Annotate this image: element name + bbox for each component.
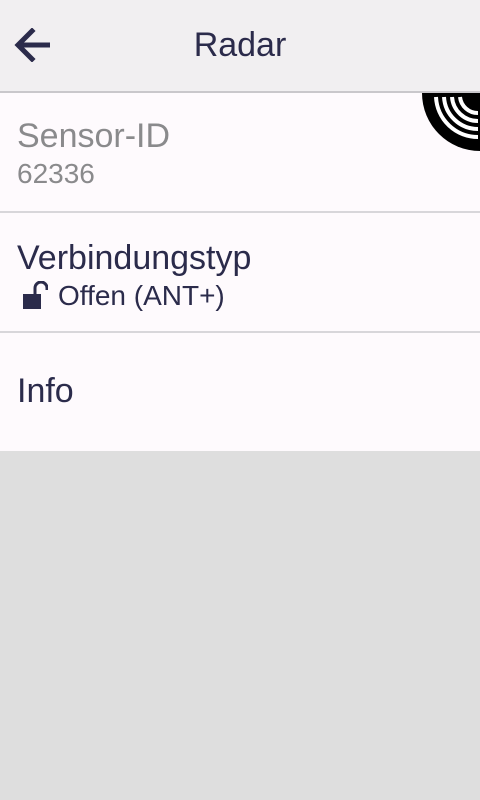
sensor-id-value: 62336 [17, 158, 95, 189]
sensor-id-label: Sensor-ID [17, 117, 171, 155]
connection-type-value: Offen (ANT+) [58, 280, 225, 311]
list-item-info[interactable]: Info [0, 333, 480, 451]
radar-signal-icon [422, 93, 480, 151]
settings-list: Sensor-ID 62336 Verbindungstyp Offen (AN… [0, 93, 480, 451]
list-item-connection-type[interactable]: Verbindungstyp Offen (ANT+) [0, 213, 480, 333]
page-title: Radar [193, 26, 287, 64]
connection-type-value-row: Offen (ANT+) [22, 279, 225, 313]
info-label: Info [17, 372, 74, 410]
header-bar: Radar [0, 0, 480, 93]
screen: Radar Sensor-ID 62336 Verbindungstyp Off… [0, 0, 480, 800]
list-item-sensor-id: Sensor-ID 62336 [0, 93, 480, 213]
connection-type-label: Verbindungstyp [17, 239, 252, 277]
unlocked-padlock-icon [23, 281, 48, 309]
